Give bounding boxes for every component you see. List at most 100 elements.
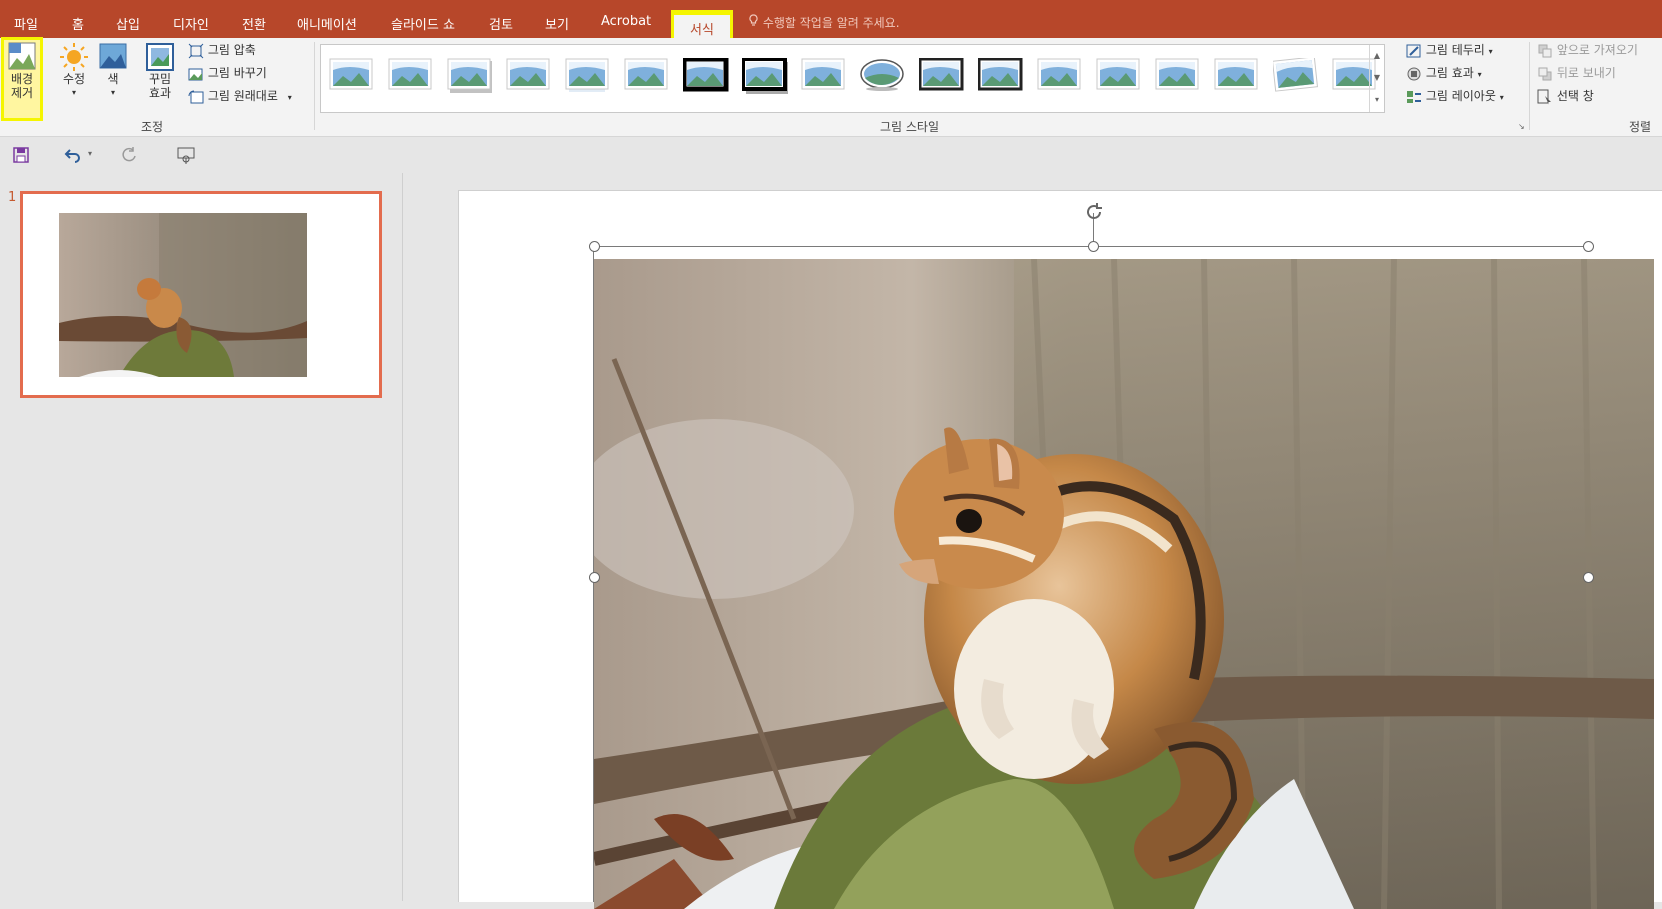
selection-pane-label: 선택 창 <box>1556 89 1594 103</box>
picture-style-option[interactable] <box>741 57 788 94</box>
undo-icon[interactable] <box>64 145 82 165</box>
picture-effects-button[interactable]: 그림 효과 ▾ <box>1406 63 1482 83</box>
undo-dropdown-icon[interactable]: ▾ <box>88 149 92 169</box>
gallery-scrollbar[interactable]: ▲ ▼ ▾ <box>1369 45 1384 112</box>
slide-number: 1 <box>8 190 17 205</box>
resize-handle-top[interactable] <box>1088 241 1099 252</box>
sun-icon <box>60 43 88 71</box>
slide-canvas[interactable] <box>458 190 1662 909</box>
lightbulb-icon <box>749 14 758 26</box>
slide-thumbnail-pane: 1 <box>0 173 403 901</box>
picture-style-option[interactable] <box>918 57 964 92</box>
slide-thumbnail[interactable] <box>20 191 382 398</box>
compress-pictures-label: 그림 압축 <box>207 43 256 57</box>
picture-style-preview-icon <box>1037 58 1081 90</box>
chevron-down-icon: ▾ <box>110 88 115 97</box>
resize-handle-right[interactable] <box>1583 572 1594 583</box>
compress-pictures-button[interactable]: 그림 압축 <box>188 40 256 60</box>
tab-review[interactable]: 검토 <box>489 14 513 33</box>
start-slideshow-icon[interactable] <box>176 145 196 165</box>
chevron-down-icon: ▾ <box>1499 93 1504 102</box>
tab-acrobat[interactable]: Acrobat <box>601 14 651 29</box>
color-button[interactable]: 색 ▾ <box>98 42 128 100</box>
tab-transitions[interactable]: 전환 <box>242 14 266 33</box>
picture-style-option[interactable] <box>565 58 609 92</box>
selection-pane-icon <box>1537 89 1551 105</box>
picture-style-preview-icon <box>1271 56 1319 92</box>
picture-style-option[interactable] <box>681 56 729 92</box>
tab-view[interactable]: 보기 <box>545 14 569 33</box>
remove-background-button[interactable]: 배경 제거 <box>1 37 43 121</box>
bring-forward-button[interactable]: 앞으로 가져오기 <box>1537 40 1638 60</box>
artistic-effects-button[interactable]: 꾸밈 효과 <box>140 42 180 100</box>
picture-style-preview-icon <box>681 56 729 92</box>
tab-file[interactable]: 파일 <box>14 14 38 33</box>
picture-layout-button[interactable]: 그림 레이아웃 ▾ <box>1406 86 1504 106</box>
picture-style-preview-icon <box>860 59 904 91</box>
picture-styles-gallery: ▲ ▼ ▾ <box>320 44 1385 113</box>
more-styles-icon[interactable]: ▾ <box>1370 89 1384 111</box>
artistic-effects-icon <box>146 43 174 71</box>
picture-style-option[interactable] <box>624 58 668 92</box>
tell-me-text: 수행할 작업을 알려 주세요. <box>762 16 900 30</box>
resize-handle-left[interactable] <box>589 572 600 583</box>
send-backward-button[interactable]: 뒤로 보내기 <box>1537 63 1616 83</box>
send-backward-icon <box>1538 67 1552 80</box>
bring-forward-label: 앞으로 가져오기 <box>1556 43 1638 57</box>
picture-style-option[interactable] <box>860 58 904 92</box>
chevron-down-icon: ▾ <box>1488 47 1493 56</box>
corrections-button[interactable]: 수정 ▾ <box>56 42 92 100</box>
rotate-handle-icon[interactable] <box>1083 201 1105 223</box>
picture-border-icon <box>1406 44 1421 57</box>
picture-style-option[interactable] <box>1096 58 1140 92</box>
tab-design[interactable]: 디자인 <box>173 14 209 33</box>
quick-access-toolbar: ▾ <box>0 137 1662 173</box>
chevron-down-icon: ▾ <box>71 88 76 97</box>
picture-style-preview-icon <box>741 57 788 94</box>
picture-style-option[interactable] <box>1037 58 1081 92</box>
scroll-down-icon[interactable]: ▼ <box>1370 67 1384 89</box>
tab-animations[interactable]: 애니메이션 <box>297 14 357 33</box>
picture-style-option[interactable] <box>1214 58 1258 92</box>
dialog-launcher-icon[interactable]: ↘ <box>1518 122 1525 131</box>
tab-home[interactable]: 홈 <box>72 14 84 33</box>
resize-handle-top-left[interactable] <box>589 241 600 252</box>
selection-pane-button[interactable]: 선택 창 <box>1537 86 1594 106</box>
save-icon[interactable] <box>12 145 30 165</box>
picture-style-option[interactable] <box>801 58 845 92</box>
picture-style-option[interactable] <box>1155 58 1199 92</box>
picture-style-preview-icon <box>918 57 964 91</box>
remove-background-label: 배경 제거 <box>10 72 34 100</box>
corrections-label: 수정 <box>62 72 86 86</box>
tab-slideshow[interactable]: 슬라이드 쇼 <box>391 14 455 33</box>
picture-style-preview-icon <box>1214 58 1258 90</box>
group-label-picture-styles: 그림 스타일 <box>880 120 940 134</box>
scroll-up-icon[interactable]: ▲ <box>1370 45 1384 67</box>
picture-style-option[interactable] <box>388 58 432 92</box>
ribbon-tab-bar: 파일 홈 삽입 디자인 전환 애니메이션 슬라이드 쇼 검토 보기 Acroba… <box>0 0 1662 49</box>
reset-picture-label: 그림 원래대로 <box>207 89 278 103</box>
change-picture-button[interactable]: 그림 바꾸기 <box>188 63 267 83</box>
send-backward-label: 뒤로 보내기 <box>1556 66 1616 80</box>
picture-style-option[interactable] <box>977 57 1023 92</box>
picture-style-option[interactable] <box>329 58 373 92</box>
picture-style-preview-icon <box>801 58 845 90</box>
resize-handle-top-right[interactable] <box>1583 241 1594 252</box>
compress-icon <box>188 43 204 58</box>
chipmunk-thumbnail-image <box>59 213 307 377</box>
picture-style-preview-icon <box>447 58 492 93</box>
reset-picture-button[interactable]: 그림 원래대로 ▾ <box>188 86 292 106</box>
group-divider <box>314 42 315 130</box>
picture-style-option[interactable] <box>506 58 550 92</box>
picture-style-option[interactable] <box>1271 56 1319 92</box>
tab-insert[interactable]: 삽입 <box>116 14 140 33</box>
group-divider <box>1529 42 1530 130</box>
picture-style-preview-icon <box>388 58 432 90</box>
picture-style-option[interactable] <box>447 58 492 93</box>
tell-me-box[interactable]: 수행할 작업을 알려 주세요. <box>748 14 900 31</box>
redo-icon[interactable] <box>120 145 138 165</box>
chipmunk-picture[interactable] <box>594 259 1654 909</box>
picture-layout-icon <box>1407 90 1421 103</box>
ribbon: 배경 제거 수정 ▾ 색 ▾ 꾸밈 효과 그림 압축 그림 바꾸기 그림 원래대… <box>0 37 1662 137</box>
picture-border-button[interactable]: 그림 테두리 ▾ <box>1406 40 1493 60</box>
